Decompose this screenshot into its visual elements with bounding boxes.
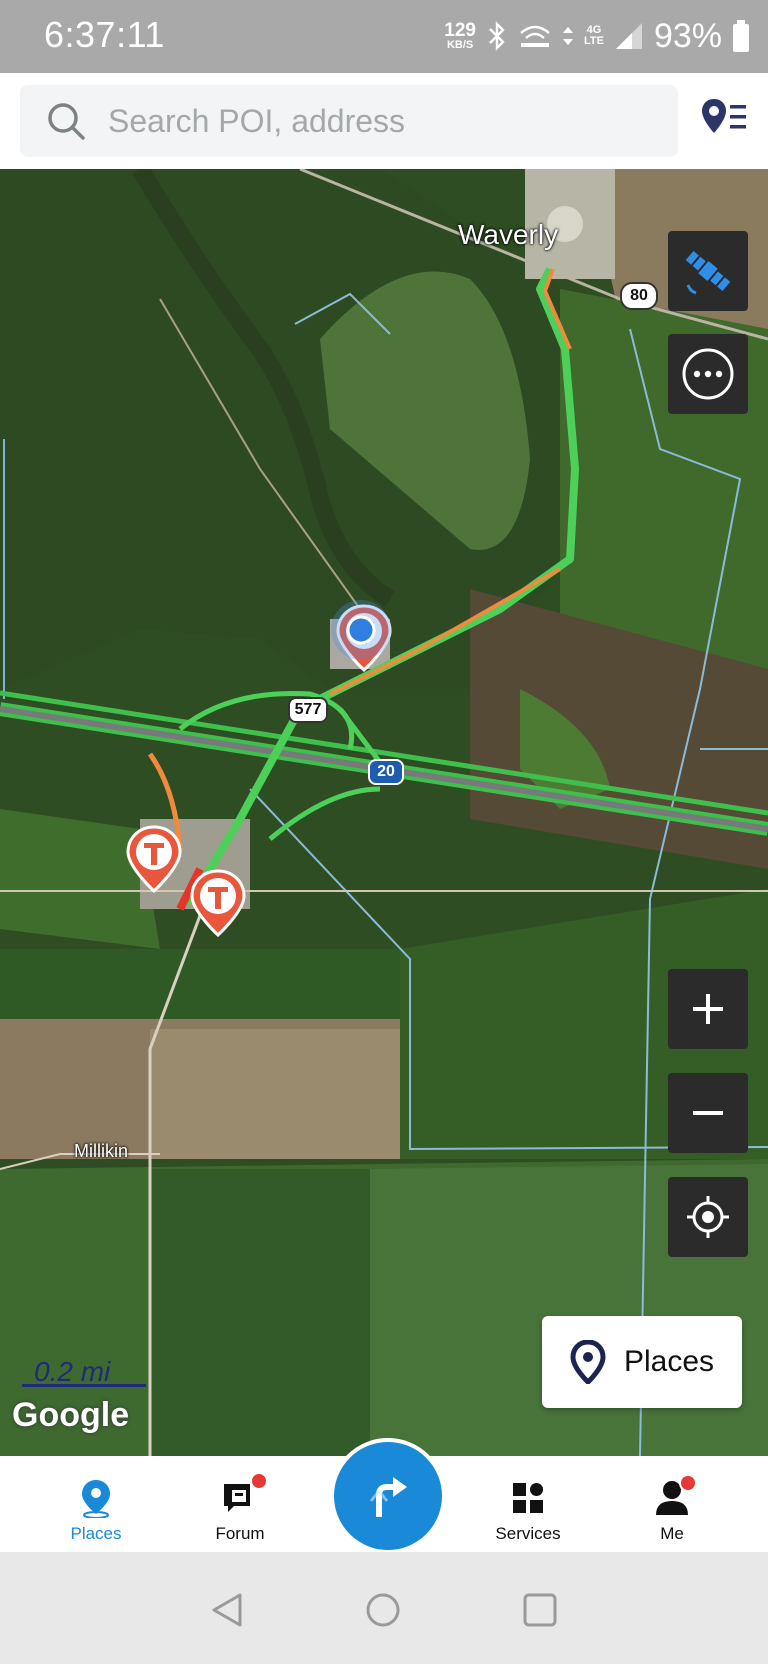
google-attribution: Google [12, 1396, 130, 1434]
truck-stop-pin-icon[interactable] [190, 869, 246, 937]
map-scale: 0.2 mi [22, 1356, 146, 1387]
notification-badge [679, 1474, 697, 1492]
places-button[interactable]: Places [542, 1316, 742, 1408]
navigate-turn-icon [369, 1477, 407, 1517]
bluetooth-icon [489, 21, 505, 51]
recents-icon[interactable] [522, 1592, 558, 1628]
tab-label: Places [70, 1524, 122, 1543]
zoom-out-button[interactable] [668, 1073, 748, 1153]
interstate-shield-20: 20 [368, 759, 404, 785]
poi-list-icon[interactable] [700, 93, 748, 141]
town-label-waverly: Waverly [458, 219, 559, 250]
lte-bottom: LTE [583, 35, 604, 47]
location-pin-icon [570, 1340, 606, 1384]
battery-percent: 93% [653, 16, 722, 55]
tab-label: Me [660, 1524, 684, 1543]
signal-icon [615, 23, 642, 49]
network-speed-value: 129 [444, 20, 476, 41]
system-nav-bar [0, 1552, 768, 1664]
tab-services[interactable]: Services [468, 1456, 588, 1552]
my-location-button[interactable] [668, 1177, 748, 1257]
status-time: 6:37:11 [44, 14, 165, 55]
satellite-map [0, 169, 768, 1456]
status-icons: 129 KB/S 4G LTE 93% [444, 10, 750, 62]
town-label-millikin: Millikin [74, 1141, 128, 1161]
search-icon [48, 103, 85, 140]
tab-me[interactable]: Me [612, 1456, 732, 1552]
network-speed-unit: KB/S [446, 39, 474, 51]
current-location-icon [331, 600, 391, 660]
zoom-out-icon [693, 1111, 723, 1115]
us-route-shield-80: 80 [620, 282, 658, 310]
network-speed: 129 KB/S [444, 21, 476, 51]
navigate-button[interactable] [330, 1438, 446, 1554]
home-icon[interactable] [365, 1592, 401, 1628]
search-box[interactable] [20, 85, 678, 157]
tab-places[interactable]: Places [36, 1456, 156, 1552]
data-arrows-icon [562, 27, 573, 45]
hotspot-icon [520, 25, 550, 47]
more-options-icon [682, 348, 734, 400]
tab-label: Services [495, 1524, 561, 1543]
back-icon[interactable] [210, 1592, 246, 1628]
lte-indicator: 4G LTE [584, 25, 604, 47]
places-pin-icon [82, 1480, 110, 1518]
map-view[interactable]: Waverly Millikin 577 20 80 [0, 169, 768, 1456]
road-shield-577: 577 [288, 697, 328, 723]
tab-forum[interactable]: Forum [180, 1456, 300, 1552]
notification-badge [250, 1472, 268, 1490]
zoom-in-icon [693, 994, 723, 1024]
tab-label: Forum [215, 1524, 265, 1543]
more-options-button[interactable] [668, 334, 748, 414]
satellite-layer-button[interactable] [668, 231, 748, 311]
services-grid-icon [513, 1483, 543, 1513]
battery-icon [733, 20, 749, 52]
my-location-icon [687, 1196, 729, 1238]
search-input[interactable] [106, 97, 650, 145]
places-button-label: Places [623, 1345, 715, 1378]
zoom-in-button[interactable] [668, 969, 748, 1049]
search-bar [0, 73, 768, 169]
status-bar: 6:37:11 129 KB/S 4G LTE 93% [0, 0, 768, 73]
satellite-layer-icon [685, 250, 731, 295]
truck-stop-pin-icon[interactable] [126, 825, 182, 893]
